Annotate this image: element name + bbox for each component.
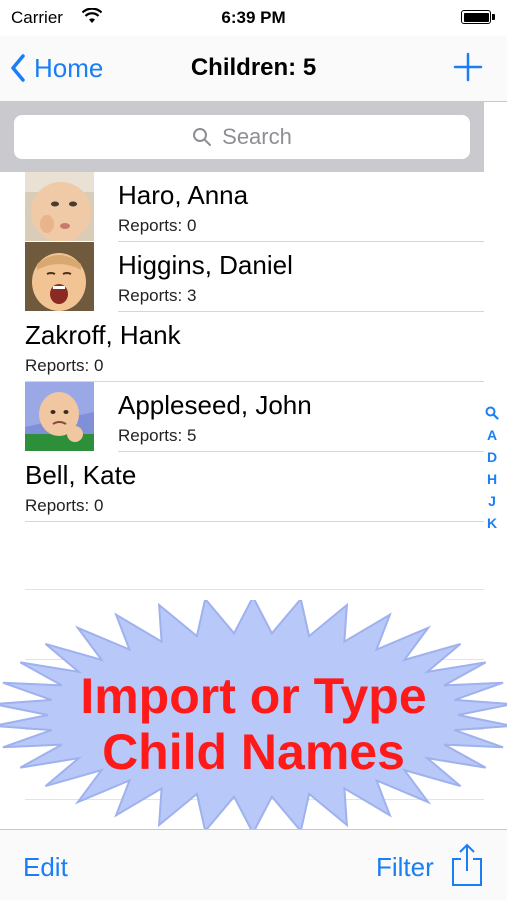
child-name: Haro, Anna bbox=[118, 180, 249, 210]
list-item[interactable]: Haro, Anna Reports: 0 bbox=[0, 172, 484, 242]
plus-icon bbox=[453, 52, 483, 82]
children-list: Haro, Anna Reports: 0 Higgins, Daniel Re… bbox=[0, 172, 484, 522]
list-item[interactable]: Bell, Kate Reports: 0 bbox=[0, 452, 484, 522]
search-bar: Search bbox=[0, 102, 484, 172]
back-button-label: Home bbox=[34, 52, 104, 83]
edit-button[interactable]: Edit bbox=[23, 852, 68, 883]
index-letter[interactable]: D bbox=[487, 446, 497, 468]
battery-icon bbox=[461, 10, 495, 24]
child-reports: Reports: 0 bbox=[25, 496, 104, 515]
index-letter[interactable]: J bbox=[488, 490, 496, 512]
child-name: Higgins, Daniel bbox=[118, 250, 293, 280]
navigation-bar: Home Children: 5 bbox=[0, 36, 507, 102]
list-item[interactable]: Appleseed, John Reports: 5 bbox=[0, 382, 484, 452]
row-separator bbox=[25, 521, 484, 522]
promo-line-1: Import or Type bbox=[80, 668, 427, 724]
list-item[interactable]: Zakroff, Hank Reports: 0 bbox=[0, 312, 484, 382]
child-reports: Reports: 0 bbox=[25, 356, 104, 375]
filter-button[interactable]: Filter bbox=[376, 852, 434, 883]
child-photo bbox=[25, 172, 94, 241]
section-index[interactable]: A D H J K bbox=[483, 402, 501, 534]
status-bar: Carrier 6:39 PM bbox=[0, 0, 507, 36]
list-item[interactable]: Higgins, Daniel Reports: 3 bbox=[0, 242, 484, 312]
chevron-left-icon bbox=[11, 54, 25, 82]
bottom-toolbar: Edit Filter bbox=[0, 829, 507, 900]
back-button[interactable]: Home bbox=[10, 50, 103, 86]
index-letter[interactable]: K bbox=[487, 512, 497, 534]
child-reports: Reports: 5 bbox=[118, 426, 197, 445]
child-reports: Reports: 3 bbox=[118, 286, 197, 305]
child-photo bbox=[25, 242, 94, 311]
child-name: Bell, Kate bbox=[25, 460, 137, 490]
share-icon bbox=[452, 843, 482, 886]
child-photo bbox=[25, 382, 94, 451]
child-name: Zakroff, Hank bbox=[25, 320, 181, 350]
share-button[interactable] bbox=[450, 843, 484, 887]
child-reports: Reports: 0 bbox=[118, 216, 197, 235]
index-search-icon[interactable] bbox=[485, 402, 499, 424]
promo-banner: Import or Type Child Names bbox=[0, 600, 507, 830]
empty-row-separator bbox=[25, 589, 484, 590]
search-icon bbox=[193, 128, 212, 146]
index-letter[interactable]: A bbox=[487, 424, 497, 446]
promo-line-2: Child Names bbox=[102, 724, 405, 780]
child-name: Appleseed, John bbox=[118, 390, 312, 420]
index-letter[interactable]: H bbox=[487, 468, 497, 490]
search-placeholder: Search bbox=[222, 124, 292, 149]
status-time: 6:39 PM bbox=[221, 8, 286, 27]
add-child-button[interactable] bbox=[453, 52, 483, 82]
search-input[interactable]: Search bbox=[14, 115, 470, 159]
